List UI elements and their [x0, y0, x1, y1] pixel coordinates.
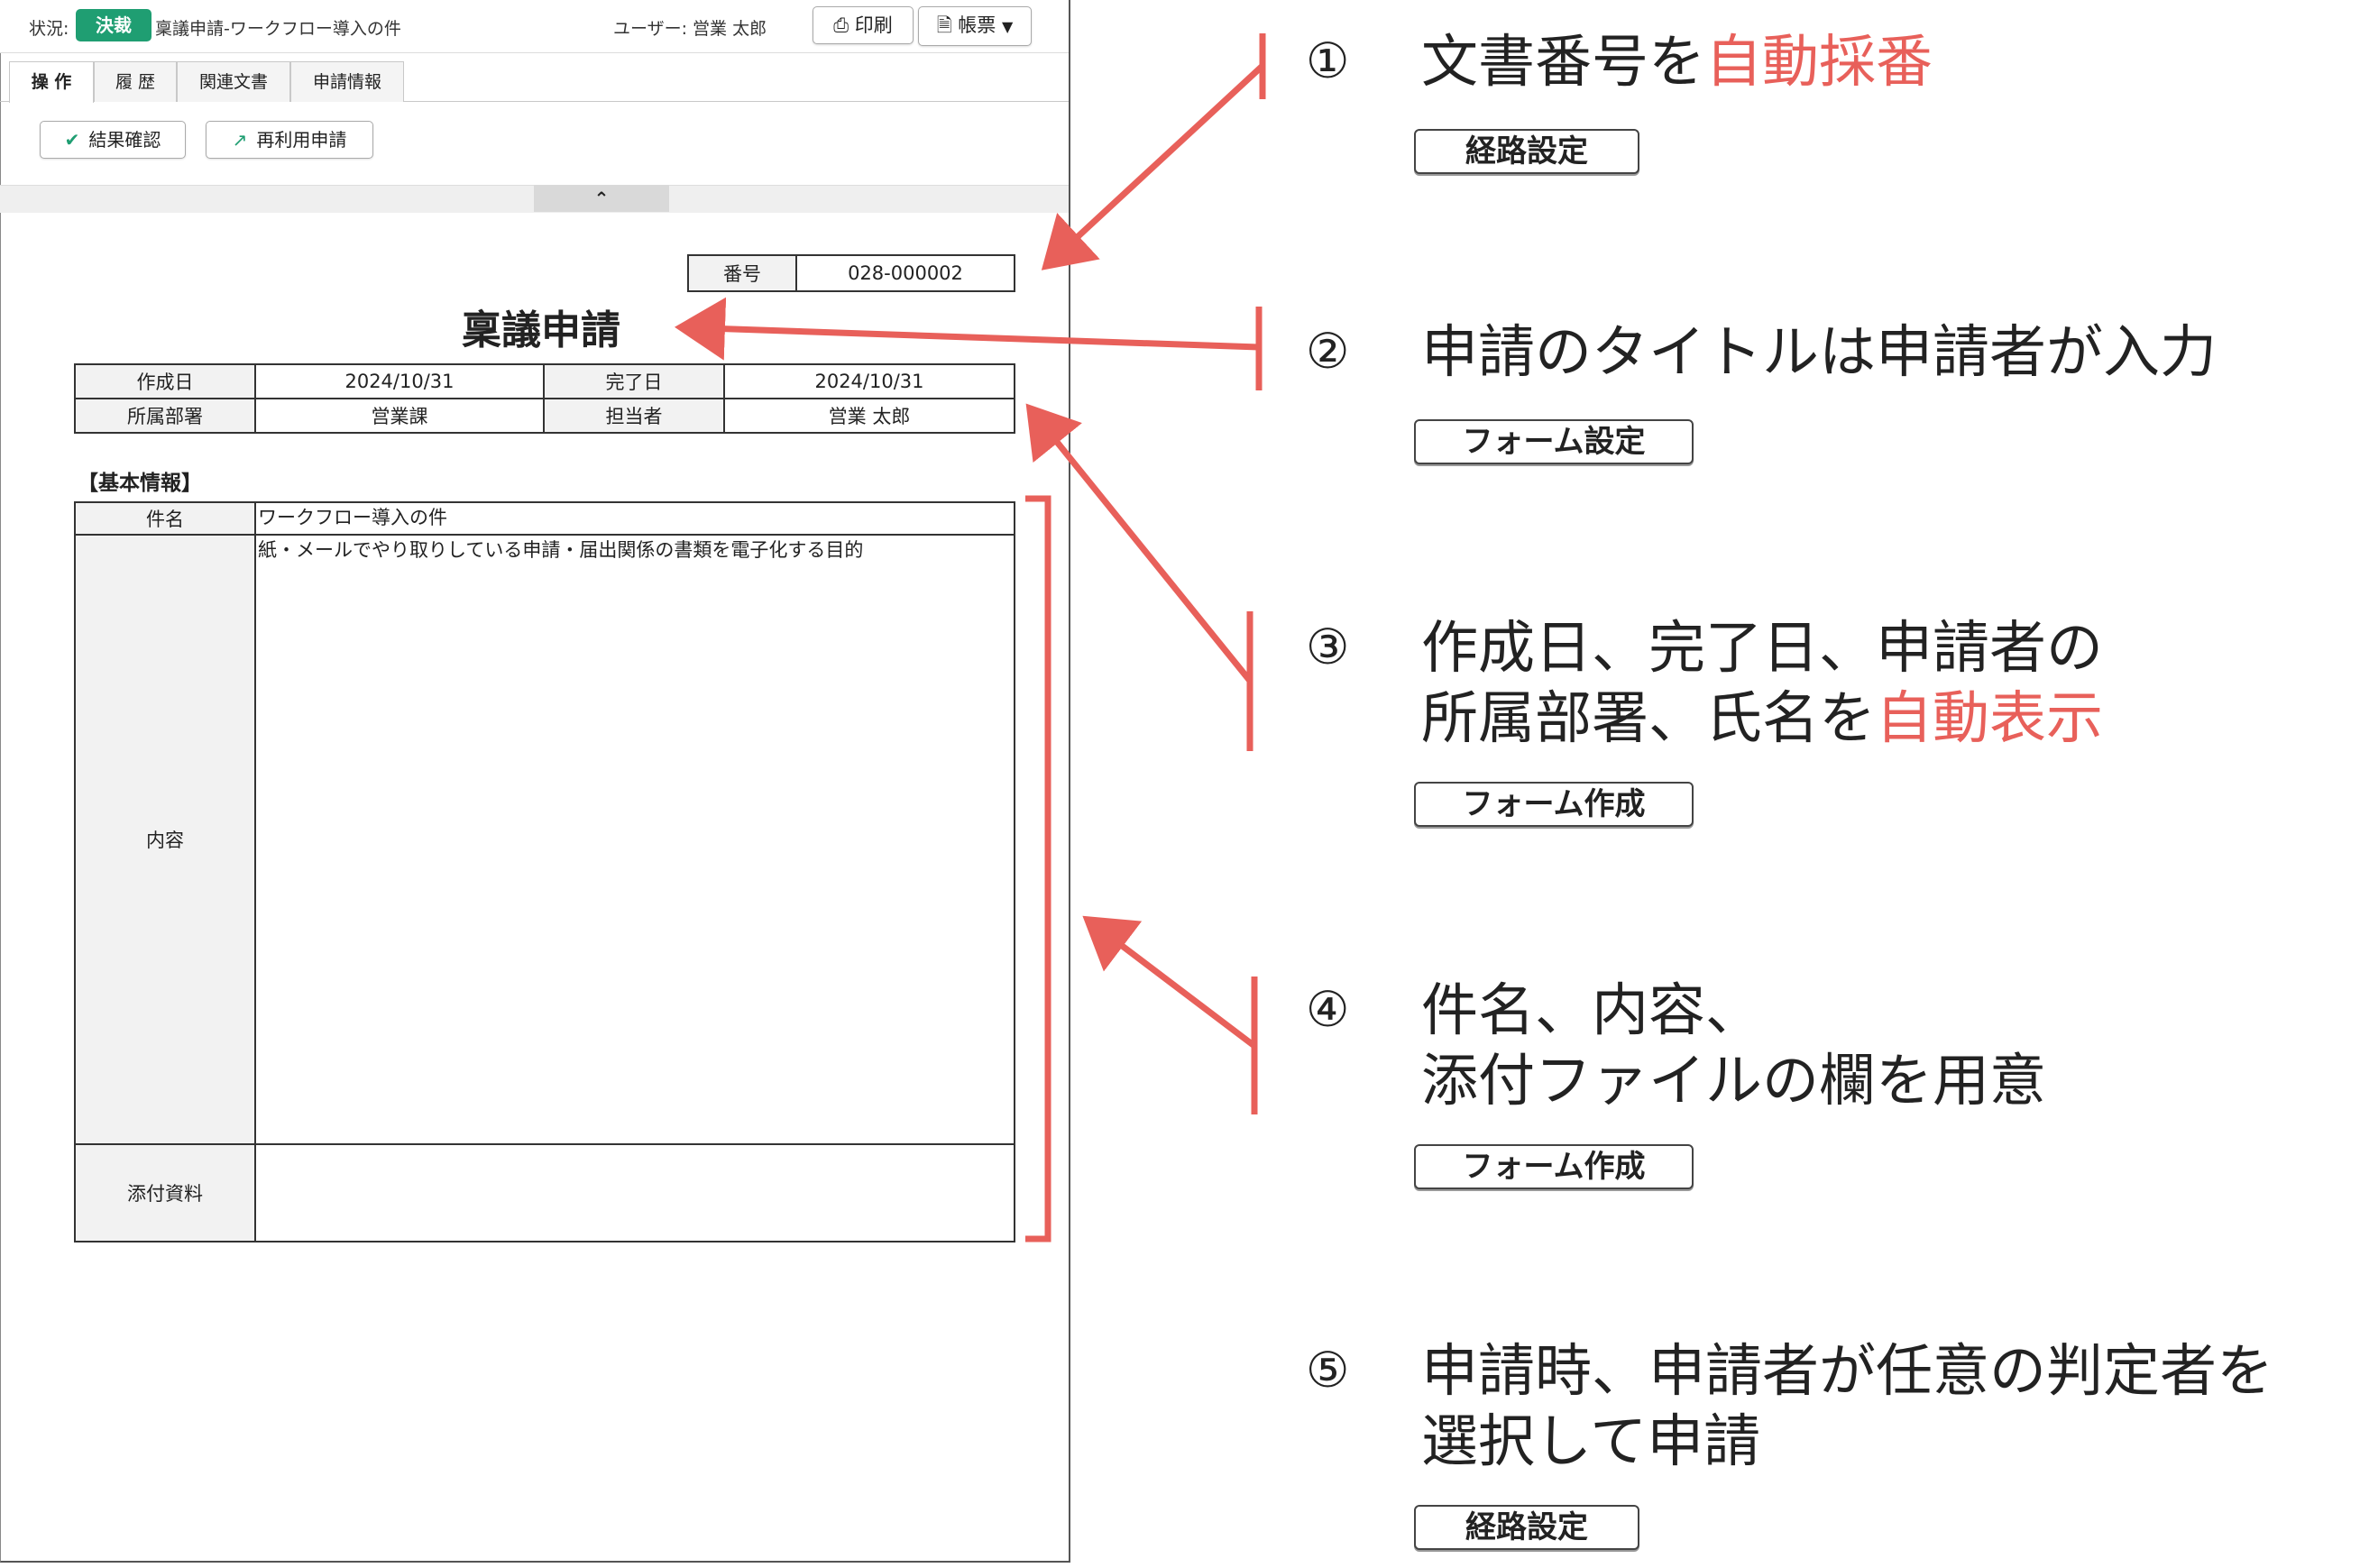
document-number-table: 番号 028-000002 — [687, 254, 1015, 292]
confirm-result-button[interactable]: ✔ 結果確認 — [40, 121, 186, 159]
tab-application-info[interactable]: 申請情報 — [290, 61, 404, 102]
tab-bar: 操 作 履 歴 関連文書 申請情報 — [0, 54, 1069, 103]
attachment-label: 添付資料 — [74, 1143, 256, 1242]
department-label: 所属部署 — [74, 398, 256, 434]
item-4-line1: 件名、内容、 — [1421, 977, 1762, 1043]
form-button-label: 帳票 — [958, 14, 996, 36]
tab-related-documents[interactable]: 関連文書 — [177, 61, 290, 102]
item-1-text-highlight: 自動採番 — [1705, 29, 1933, 95]
confirm-result-label: 結果確認 — [88, 129, 161, 151]
created-value: 2024/10/31 — [254, 363, 545, 399]
item-3-line2-plain: 所属部署、氏名を — [1421, 685, 1876, 751]
item-2-tag: フォーム設定 — [1414, 419, 1694, 464]
collapse-handle[interactable]: ⌃ — [534, 185, 669, 212]
completed-value: 2024/10/31 — [723, 363, 1015, 399]
item-1-number: ① — [1306, 32, 1350, 89]
reuse-apply-button[interactable]: ↗ 再利用申請 — [206, 121, 373, 159]
item-2-text: 申請のタイトルは申請者が入力 — [1421, 319, 2217, 385]
tab-operation[interactable]: 操 作 — [9, 61, 94, 103]
arrow-4 — [1082, 915, 1257, 1049]
arrow-1 — [1041, 63, 1265, 271]
print-button-label: 印刷 — [854, 14, 893, 36]
item-5-line2: 選択して申請 — [1421, 1408, 1761, 1474]
item-4-number: ④ — [1306, 981, 1350, 1038]
status-badge: 決裁 — [76, 9, 152, 41]
number-value: 028-000002 — [795, 254, 1015, 292]
subject-value: ワークフロー導入の件 — [254, 501, 1015, 536]
person-label: 担当者 — [543, 398, 725, 434]
top-bar: 状況: 決裁 稟議申請-ワークフロー導入の件 ユーザー: 営業 太郎 ⎙ 印刷 … — [0, 0, 1069, 53]
item-4-tag: フォーム作成 — [1414, 1144, 1694, 1189]
item-3-tag: フォーム作成 — [1414, 782, 1694, 827]
created-label: 作成日 — [74, 363, 256, 399]
item-4-line2: 添付ファイルの欄を用意 — [1421, 1048, 2046, 1114]
share-icon: ↗ — [232, 129, 248, 151]
item-3-number: ③ — [1306, 619, 1350, 675]
item-3-line2: 所属部署、氏名を自動表示 — [1421, 683, 2103, 754]
document-title: 稟議申請-ワークフロー導入の件 — [155, 19, 401, 39]
reuse-apply-label: 再利用申請 — [256, 129, 347, 151]
item-5-tag: 経路設定 — [1414, 1505, 1639, 1550]
item-2-number: ② — [1306, 323, 1350, 380]
department-value: 営業課 — [254, 398, 545, 434]
print-button[interactable]: ⎙ 印刷 — [813, 6, 914, 44]
item-5-line1: 申請時、申請者が任意の判定者を — [1421, 1338, 2273, 1404]
content-value: 紙・メールでやり取りしている申請・届出関係の書類を電子化する目的 — [254, 534, 1015, 1145]
attachment-value — [254, 1143, 1015, 1242]
number-label: 番号 — [687, 254, 797, 292]
item-3-line2-highlight: 自動表示 — [1876, 685, 2103, 751]
check-icon: ✔ — [64, 129, 80, 151]
person-value: 営業 太郎 — [723, 398, 1015, 434]
item-1-text-plain: 文書番号を — [1421, 29, 1705, 95]
meta-table: 作成日 2024/10/31 完了日 2024/10/31 所属部署 営業課 担… — [74, 363, 1015, 434]
printer-icon: ⎙ — [833, 14, 849, 36]
completed-label: 完了日 — [543, 363, 725, 399]
item-3-line1: 作成日、完了日、申請者の — [1421, 615, 2103, 681]
document-icon: 🗎 — [936, 14, 952, 36]
content-label: 内容 — [74, 534, 256, 1145]
chevron-down-icon: ▼ — [1001, 18, 1014, 35]
subject-label: 件名 — [74, 501, 256, 536]
item-1-text: 文書番号を自動採番 — [1421, 27, 1933, 97]
item-5-number: ⑤ — [1306, 1342, 1350, 1398]
tab-history[interactable]: 履 歴 — [94, 61, 177, 102]
form-dropdown-button[interactable]: 🗎 帳票 ▼ — [918, 6, 1032, 46]
item-1-tag: 経路設定 — [1414, 129, 1639, 174]
basic-info-table: 件名 ワークフロー導入の件 内容 紙・メールでやり取りしている申請・届出関係の書… — [74, 501, 1015, 1242]
form-title: 稟議申請 — [462, 307, 620, 353]
user-label: ユーザー: 営業 太郎 — [613, 19, 767, 39]
section-label: 【基本情報】 — [78, 472, 202, 495]
chevron-up-icon: ⌃ — [593, 188, 610, 209]
status-label: 状況: — [29, 19, 69, 39]
